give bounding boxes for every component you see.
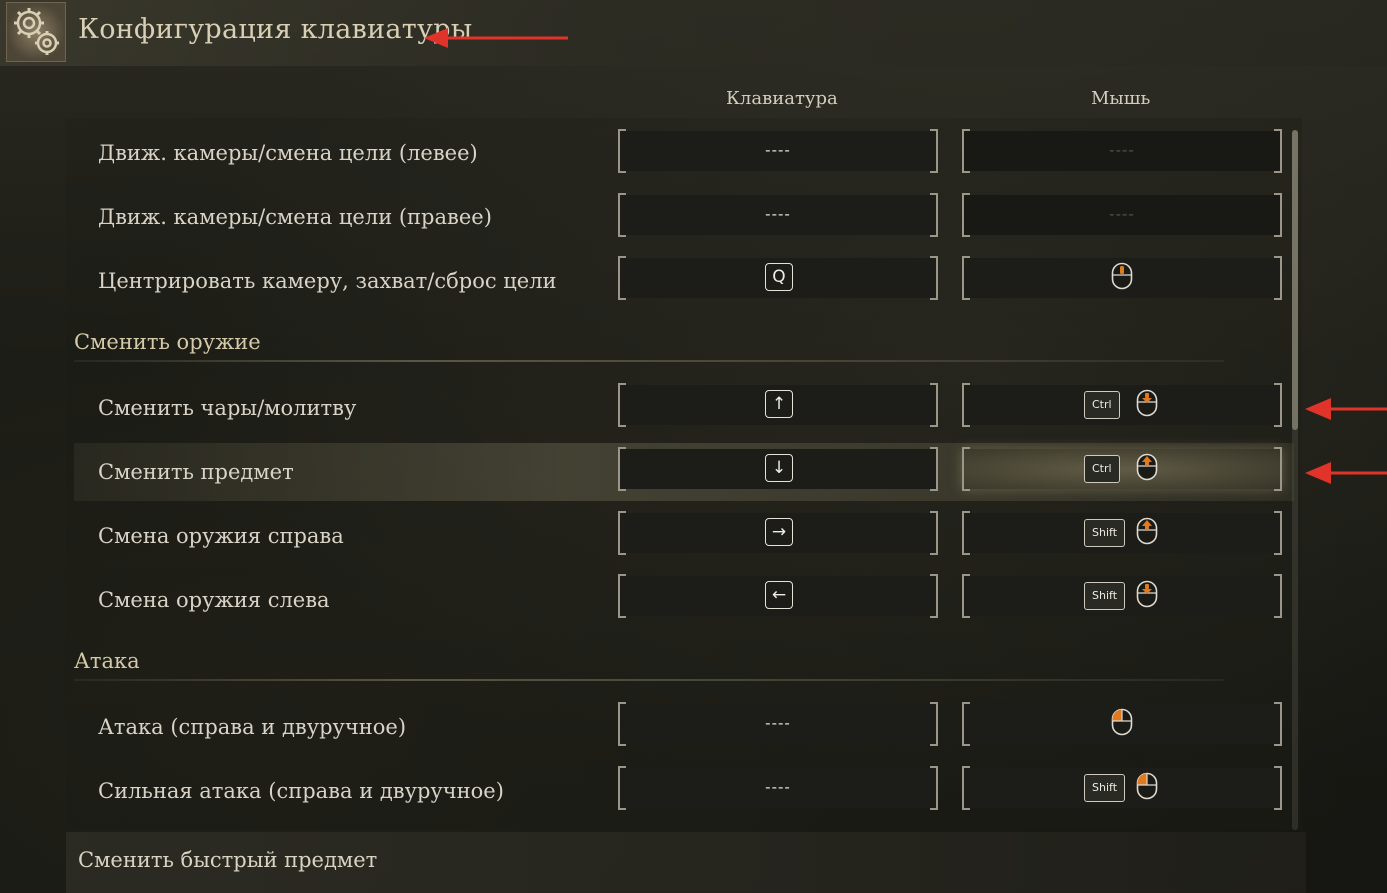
keyboard-binding-slot[interactable]: Q [618, 256, 938, 300]
mouse-middle-click-icon [1111, 262, 1133, 290]
mouse-wheel-up-icon [1136, 517, 1158, 545]
row-label: Сменить предмет [98, 460, 294, 484]
mouse-binding-slot-selected[interactable]: Ctrl [962, 447, 1282, 491]
row-label: Сменить чары/молитву [98, 396, 357, 420]
column-header-mouse: Мышь [1091, 88, 1151, 109]
settings-gear-icon [6, 2, 66, 62]
keyboard-binding-slot[interactable]: ---- [618, 702, 938, 746]
row-label: Смена оружия слева [98, 588, 330, 612]
mouse-binding-slot[interactable]: ---- [962, 129, 1282, 173]
mouse-wheel-down-icon [1136, 580, 1158, 608]
annotation-arrow-icon [424, 28, 568, 48]
row-label: Движ. камеры/смена цели (правее) [98, 205, 492, 229]
binding-value: ---- [765, 205, 791, 223]
mouse-binding-slot[interactable] [962, 256, 1282, 300]
mouse-binding-slot[interactable] [962, 702, 1282, 746]
arrow-down-key-icon: ↓ [765, 454, 793, 482]
mouse-wheel-up-icon [1136, 453, 1158, 481]
mouse-binding-slot[interactable]: ---- [962, 193, 1282, 237]
row-label: Сильная атака (справа и двуручное) [98, 779, 504, 803]
mouse-binding-slot[interactable]: Shift [962, 511, 1282, 555]
binding-value: ---- [765, 778, 791, 796]
arrow-up-key-icon: ↑ [765, 390, 793, 418]
keyboard-binding-slot[interactable]: → [618, 511, 938, 555]
header-bar: Конфигурация клавиатуры [0, 0, 1387, 66]
mouse-binding-slot[interactable]: Shift [962, 574, 1282, 618]
mouse-left-click-icon [1136, 772, 1158, 800]
row-label: Центрировать камеру, захват/сброс цели [98, 269, 557, 293]
section-divider [74, 360, 1224, 362]
mouse-binding-slot[interactable]: Ctrl [962, 383, 1282, 427]
column-header-keyboard: Клавиатура [726, 88, 838, 109]
shift-key-icon: Shift [1084, 774, 1126, 802]
scrollbar-thumb[interactable] [1292, 130, 1298, 430]
mouse-wheel-down-icon [1136, 389, 1158, 417]
mouse-left-click-icon [1111, 708, 1133, 736]
binding-value: ---- [765, 714, 791, 732]
row-label: Смена оружия справа [98, 524, 344, 548]
row-label: Атака (справа и двуручное) [98, 715, 407, 739]
scrollbar[interactable] [1292, 130, 1298, 830]
shift-key-icon: Shift [1084, 519, 1126, 547]
keyboard-binding-slot[interactable]: ---- [618, 766, 938, 810]
row-label: Движ. камеры/смена цели (левее) [98, 141, 478, 165]
section-title-attack: Атака [74, 649, 140, 673]
section-title-weapons: Сменить оружие [74, 330, 261, 354]
ctrl-key-icon: Ctrl [1084, 391, 1120, 419]
binding-value: ---- [765, 141, 791, 159]
keyboard-binding-slot[interactable]: ---- [618, 129, 938, 173]
annotation-arrow-icon [1305, 462, 1387, 484]
mouse-binding-slot[interactable]: Shift [962, 766, 1282, 810]
arrow-left-key-icon: ← [765, 581, 793, 609]
shift-key-icon: Shift [1084, 582, 1126, 610]
page-title: Конфигурация клавиатуры [78, 14, 473, 45]
keyboard-binding-slot[interactable]: ↓ [618, 447, 938, 491]
section-title-quick-item: Сменить быстрый предмет [78, 848, 378, 872]
ctrl-key-icon: Ctrl [1084, 455, 1120, 483]
key-q-icon: Q [765, 263, 793, 291]
keyboard-binding-slot[interactable]: ---- [618, 193, 938, 237]
section-divider [74, 679, 1224, 681]
annotation-arrow-icon [1305, 398, 1387, 420]
quick-item-section[interactable]: Сменить быстрый предмет [66, 832, 1306, 893]
keyboard-binding-slot[interactable]: ↑ [618, 383, 938, 427]
arrow-right-key-icon: → [765, 518, 793, 546]
keyboard-binding-slot[interactable]: ← [618, 574, 938, 618]
binding-value: ---- [1109, 141, 1135, 159]
binding-value: ---- [1109, 205, 1135, 223]
